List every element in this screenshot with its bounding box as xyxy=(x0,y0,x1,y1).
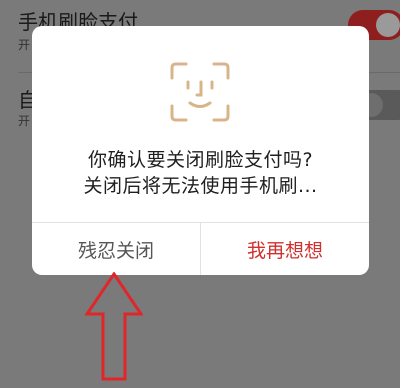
face-pay-setting-subtitle: 开 xyxy=(18,38,31,52)
dialog-message: 你确认要关闭刷脸支付吗? 关闭后将无法使用手机刷... xyxy=(32,147,369,199)
confirm-close-button[interactable]: 残忍关闭 xyxy=(32,223,201,275)
dialog-message-line1: 你确认要关闭刷脸支付吗? xyxy=(87,149,314,171)
second-setting-subtitle: 开 xyxy=(18,114,31,128)
reconsider-button[interactable]: 我再想想 xyxy=(201,223,369,275)
dialog-message-line2: 关闭后将无法使用手机刷... xyxy=(83,175,318,197)
face-id-icon xyxy=(170,62,230,122)
red-arrow-up-icon xyxy=(85,272,143,381)
confirm-dialog: 你确认要关闭刷脸支付吗? 关闭后将无法使用手机刷... 残忍关闭 我再想想 xyxy=(32,26,369,275)
dialog-button-row: 残忍关闭 我再想想 xyxy=(32,222,369,275)
